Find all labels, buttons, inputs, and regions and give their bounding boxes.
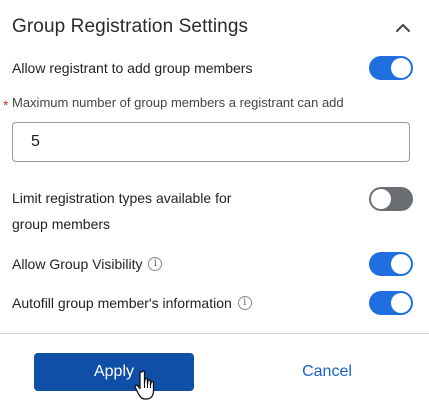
allow-add-members-label: Allow registrant to add group members [12, 60, 253, 76]
required-marker: * [3, 97, 9, 113]
limit-types-label-line2: group members [12, 216, 111, 232]
section-title: Group Registration Settings [12, 16, 249, 37]
info-icon[interactable]: i [237, 296, 252, 311]
group-registration-settings-panel: Group Registration Settings Allow regist… [0, 0, 429, 405]
setting-autofill: Autofill group member's information i [12, 290, 413, 316]
autofill-text: Autofill group member's information [12, 295, 232, 311]
group-visibility-label: Allow Group Visibility i [12, 251, 163, 277]
max-members-label: Maximum number of group members a regist… [12, 95, 344, 110]
max-members-input[interactable]: 5 [12, 122, 410, 162]
limit-types-label-line1: Limit registration types available for [12, 190, 232, 206]
setting-allow-add-members: Allow registrant to add group members [12, 55, 413, 81]
autofill-toggle[interactable] [369, 291, 413, 315]
info-icon[interactable]: i [148, 257, 163, 272]
autofill-label: Autofill group member's information i [12, 290, 252, 316]
toggle-knob [391, 58, 411, 78]
group-visibility-text: Allow Group Visibility [12, 256, 143, 272]
toggle-knob [371, 189, 391, 209]
toggle-knob [391, 254, 411, 274]
chevron-up-icon[interactable] [393, 18, 413, 38]
limit-types-toggle[interactable] [369, 187, 413, 211]
group-visibility-toggle[interactable] [369, 252, 413, 276]
apply-button[interactable]: Apply [34, 353, 194, 391]
setting-limit-types: Limit registration types available for g… [12, 185, 413, 237]
cancel-button[interactable]: Cancel [266, 353, 388, 391]
toggle-knob [391, 293, 411, 313]
setting-group-visibility: Allow Group Visibility i [12, 251, 413, 277]
footer-divider [0, 333, 429, 334]
allow-add-members-toggle[interactable] [369, 56, 413, 80]
section-header[interactable]: Group Registration Settings [12, 14, 415, 44]
